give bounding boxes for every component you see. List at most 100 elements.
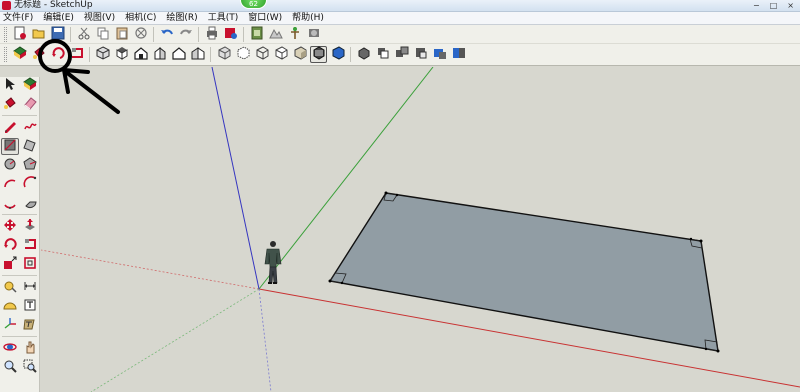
menu-item[interactable]: 编辑(E) bbox=[38, 12, 79, 24]
iso-view-button[interactable] bbox=[94, 46, 111, 63]
hidden-line-button[interactable] bbox=[272, 46, 289, 63]
new-button[interactable] bbox=[11, 26, 28, 43]
top-view-button[interactable] bbox=[113, 46, 130, 63]
rotated-rectangle-tool-button[interactable] bbox=[21, 138, 39, 155]
outer-shell-button[interactable] bbox=[355, 46, 372, 63]
front-view-button[interactable] bbox=[132, 46, 149, 63]
polygon-tool-button[interactable] bbox=[21, 157, 39, 174]
rotate-tool-button[interactable] bbox=[1, 237, 19, 254]
model-info-button[interactable] bbox=[222, 26, 239, 43]
paint-bucket-button[interactable] bbox=[30, 46, 47, 63]
blue-axis-positive bbox=[211, 67, 260, 290]
rotate-button[interactable] bbox=[49, 46, 66, 63]
pan-tool-button[interactable] bbox=[21, 340, 39, 357]
rectangle-face[interactable] bbox=[328, 192, 719, 352]
menu-item[interactable]: 视图(V) bbox=[79, 12, 120, 24]
monochrome-icon bbox=[331, 46, 345, 63]
make-component-icon bbox=[12, 46, 27, 63]
toolbar-separator bbox=[2, 336, 37, 337]
menu-item[interactable]: 帮助(H) bbox=[287, 12, 329, 24]
axes-icon bbox=[3, 317, 17, 334]
move-tool-button[interactable] bbox=[1, 218, 19, 235]
orbit-tool-button[interactable] bbox=[1, 340, 19, 357]
make-component-tool-button[interactable] bbox=[21, 77, 39, 94]
scale-tool-button[interactable] bbox=[1, 256, 19, 273]
right-view-button[interactable] bbox=[151, 46, 168, 63]
pie-icon bbox=[23, 195, 37, 212]
menu-item[interactable]: 窗口(W) bbox=[243, 12, 287, 24]
print-button[interactable] bbox=[203, 26, 220, 43]
offset-tool-button[interactable] bbox=[21, 256, 39, 273]
wireframe-button[interactable] bbox=[253, 46, 270, 63]
push-pull-tool-button[interactable] bbox=[21, 218, 39, 235]
circle-tool-button[interactable] bbox=[1, 157, 19, 174]
trim-button[interactable] bbox=[431, 46, 448, 63]
tape-measure-tool-button[interactable] bbox=[1, 279, 19, 296]
three-point-arc-tool-button[interactable] bbox=[1, 195, 19, 212]
redo-button[interactable] bbox=[177, 26, 194, 43]
axes-tool-button[interactable] bbox=[1, 317, 19, 334]
paste-button[interactable] bbox=[113, 26, 130, 43]
text-tool-button[interactable] bbox=[21, 298, 39, 315]
menu-item[interactable]: 绘图(R) bbox=[161, 12, 202, 24]
copy-button[interactable] bbox=[94, 26, 111, 43]
eraser-tool-button[interactable] bbox=[21, 96, 39, 113]
tool-row bbox=[0, 317, 39, 334]
cut-button[interactable] bbox=[75, 26, 92, 43]
left-view-icon bbox=[191, 46, 205, 63]
pan-icon bbox=[23, 340, 37, 357]
menu-item[interactable]: 工具(T) bbox=[203, 12, 244, 24]
intersect-button[interactable] bbox=[374, 46, 391, 63]
back-view-button[interactable] bbox=[170, 46, 187, 63]
follow-me-button[interactable] bbox=[68, 46, 85, 63]
back-edges-button[interactable] bbox=[234, 46, 251, 63]
make-component-button[interactable] bbox=[11, 46, 28, 63]
open-button[interactable] bbox=[30, 26, 47, 43]
protractor-tool-button[interactable] bbox=[1, 298, 19, 315]
top-view-icon bbox=[115, 46, 129, 63]
drawing-viewport[interactable] bbox=[41, 67, 800, 392]
3d-text-icon bbox=[23, 317, 37, 334]
shaded-button[interactable] bbox=[291, 46, 308, 63]
monochrome-button[interactable] bbox=[329, 46, 346, 63]
arc-tool-button[interactable] bbox=[1, 176, 19, 193]
maximize-button[interactable]: □ bbox=[770, 1, 778, 10]
window-title: 无标题 - SketchUp bbox=[14, 0, 93, 10]
rectangle-tool-button[interactable] bbox=[1, 138, 19, 155]
pie-tool-button[interactable] bbox=[21, 195, 39, 212]
split-button[interactable] bbox=[450, 46, 467, 63]
toolbar-grip[interactable] bbox=[4, 47, 7, 62]
minimize-button[interactable]: − bbox=[753, 1, 760, 10]
scale-icon bbox=[3, 256, 17, 273]
close-button[interactable]: × bbox=[787, 1, 794, 10]
pencil-line-tool-button[interactable] bbox=[1, 119, 19, 136]
follow-me-tool-button[interactable] bbox=[21, 237, 39, 254]
menu-item[interactable]: 相机(C) bbox=[120, 12, 161, 24]
two-point-arc-tool-button[interactable] bbox=[21, 176, 39, 193]
toolbar-grip[interactable] bbox=[4, 26, 7, 42]
paint-bucket-tool-button[interactable] bbox=[1, 96, 19, 113]
left-view-button[interactable] bbox=[189, 46, 206, 63]
undo-button[interactable] bbox=[158, 26, 175, 43]
union-button[interactable] bbox=[393, 46, 410, 63]
tool-row bbox=[0, 119, 39, 136]
photo-texture-button[interactable] bbox=[286, 26, 303, 43]
erase-button[interactable] bbox=[132, 26, 149, 43]
dimension-tool-button[interactable] bbox=[21, 279, 39, 296]
save-button[interactable] bbox=[49, 26, 66, 43]
3d-text-tool-button[interactable] bbox=[21, 317, 39, 334]
make-component-icon bbox=[23, 77, 37, 94]
zoom-tool-button[interactable] bbox=[1, 359, 19, 376]
shaded-textures-button[interactable] bbox=[310, 46, 327, 63]
get-models-button[interactable] bbox=[305, 26, 322, 43]
menu-item[interactable]: 文件(F) bbox=[0, 12, 38, 24]
freehand-tool-button[interactable] bbox=[21, 119, 39, 136]
select-tool-button[interactable] bbox=[1, 77, 19, 94]
add-location-button[interactable] bbox=[248, 26, 265, 43]
x-ray-button[interactable] bbox=[215, 46, 232, 63]
rotate-icon bbox=[51, 46, 65, 63]
standard-toolbar bbox=[0, 25, 800, 44]
subtract-button[interactable] bbox=[412, 46, 429, 63]
toggle-terrain-button[interactable] bbox=[267, 26, 284, 43]
zoom-window-tool-button[interactable] bbox=[21, 359, 39, 376]
